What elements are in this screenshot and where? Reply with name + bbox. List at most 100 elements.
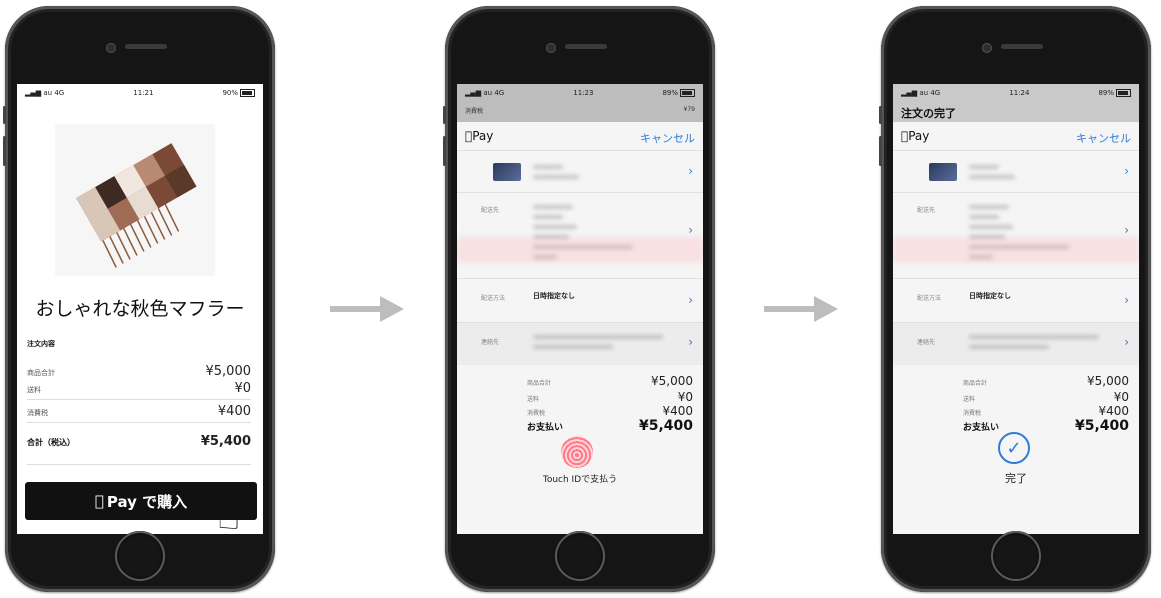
row-value: ¥0 [234,381,251,396]
cancel-button[interactable]: キャンセル [640,130,695,146]
cancel-button[interactable]: キャンセル [1076,130,1131,146]
total-value: ¥5,400 [200,434,251,449]
clock: 11:24 [1009,89,1030,97]
payment-card-row[interactable]: › [457,150,703,193]
front-camera [546,43,556,53]
row-label: 消費税 [963,410,982,417]
apple-pay-button-label: Pay で購入 [102,492,187,511]
apple-pay-logo: Pay [465,129,493,143]
product-image[interactable] [55,124,215,276]
product-title: おしゃれな秋色マフラー [35,298,245,320]
battery-icon [240,89,255,97]
clock: 11:23 [573,89,594,97]
payment-card-row[interactable]: › [893,150,1139,193]
signal-icon: ▂▄▆ au 4G [901,89,941,97]
shipping-method-value: 日時指定なし [969,292,1011,300]
summary-row: 送料 ¥0 [963,390,1129,404]
total-value: ¥5,400 [638,418,693,434]
front-camera [106,43,116,53]
row-label: 送料 [963,396,976,403]
order-complete-header: 注文の完了 [893,102,1139,122]
summary-row: 商品合計 ¥5,000 [963,374,1129,388]
apple-pay-logo: Pay [901,129,929,143]
shipping-method-label: 配送方法 [917,295,942,302]
speaker [125,44,167,49]
row-label: 消費税 [527,410,546,417]
shipping-address-label: 配送先 [481,207,500,214]
summary-row: 送料 ¥0 [527,390,693,404]
summary-row: 消費税 ¥400 [27,404,251,419]
signal-icon: ▂▄▆ au 4G [465,89,505,97]
phone-2: ▂▄▆ au 4G 11:23 89% 消費税 ¥79 Pay キャンセル ›… [443,6,715,592]
carrier: au 4G [919,89,941,97]
home-button[interactable] [115,531,165,581]
battery-icon [680,89,695,97]
row-value: ¥400 [1098,404,1129,418]
apple-icon:  [95,492,104,510]
credit-card-icon [493,163,521,181]
screen-apple-pay: ▂▄▆ au 4G 11:23 89% 消費税 ¥79 Pay キャンセル ›… [457,84,703,534]
total-value: ¥5,400 [1074,418,1129,434]
summary-row: 消費税 ¥400 [527,404,693,418]
chevron-right-icon: › [688,164,693,178]
row-value: ¥0 [677,390,693,404]
contact-label: 連絡先 [917,339,936,346]
row-label: 送料 [527,396,540,403]
battery-icon [1116,89,1131,97]
status-bar: ▂▄▆ au 4G 11:21 90% [17,84,263,102]
summary-row: 消費税 ¥400 [963,404,1129,418]
chevron-right-icon: › [1124,335,1129,349]
chevron-right-icon: › [1124,164,1129,178]
total-row: 合計（税込） ¥5,400 [27,434,251,449]
chevron-right-icon: › [1124,223,1129,237]
battery-percent: 89% [662,89,678,97]
chevron-right-icon: › [688,223,693,237]
sheet-title: Pay [465,129,493,143]
right-arrow-icon [764,296,838,322]
clock: 11:21 [133,89,154,97]
order-section-title: 注文内容 [27,340,55,348]
page-title: 注文の完了 [901,107,956,120]
shipping-method-row[interactable]: 配送方法 日時指定なし › [893,278,1139,323]
total-row: お支払い ¥5,400 [527,418,693,434]
carrier: au 4G [43,89,65,97]
fingerprint-icon[interactable] [561,436,593,468]
contact-row[interactable]: 連絡先 › [893,322,1139,365]
contact-row[interactable]: 連絡先 › [457,322,703,365]
battery-percent: 89% [1098,89,1114,97]
shipping-address-label: 配送先 [917,207,936,214]
shipping-address-row[interactable]: 配送先 › [893,192,1139,279]
right-arrow-icon [330,296,404,322]
summary-row: 送料 ¥0 [27,381,251,396]
contact-label: 連絡先 [481,339,500,346]
row-value: ¥5,000 [651,374,693,388]
home-button[interactable] [991,531,1041,581]
phone-3: ▂▄▆ au 4G 11:24 89% 注文の完了 Pay キャンセル › 配… [879,6,1151,592]
status-bar: ▂▄▆ au 4G 11:23 89% [457,84,703,102]
summary-row: 商品合計 ¥5,000 [27,364,251,379]
row-label: 商品合計 [963,380,988,387]
row-value: ¥5,000 [205,364,252,379]
total-label: お支払い [963,423,1000,433]
home-button[interactable] [555,531,605,581]
screen-order-complete: ▂▄▆ au 4G 11:24 89% 注文の完了 Pay キャンセル › 配… [893,84,1139,534]
battery-percent: 90% [222,89,238,97]
checkmark-icon: ✓ [998,432,1030,464]
divider [27,422,251,423]
touch-id-label: Touch IDで支払う [542,475,618,485]
screen-product: ▂▄▆ au 4G 11:21 90% おしゃれな秋色マフラー 注文内容 商品合… [17,84,263,534]
shipping-address-row[interactable]: 配送先 › [457,192,703,279]
row-label: 商品合計 [527,380,552,387]
credit-card-icon [929,163,957,181]
behind-value: ¥79 [683,106,695,113]
done-label: 完了 [1005,472,1027,485]
divider [27,399,251,400]
shipping-method-row[interactable]: 配送方法 日時指定なし › [457,278,703,323]
row-value: ¥5,000 [1087,374,1129,388]
row-value: ¥400 [662,404,693,418]
total-row: お支払い ¥5,400 [963,418,1129,434]
shipping-method-value: 日時指定なし [533,292,575,300]
shipping-method-label: 配送方法 [481,295,506,302]
speaker [1001,44,1043,49]
row-label: 送料 [27,386,41,394]
